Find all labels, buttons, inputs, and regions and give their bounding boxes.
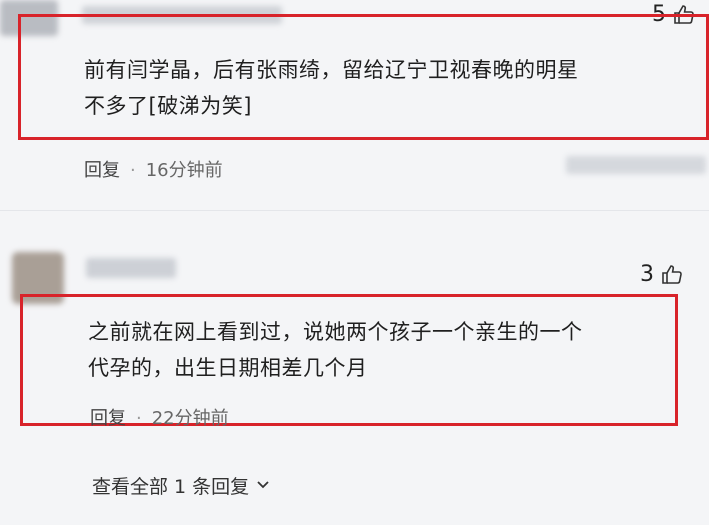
comment-1-line2: 不多了[破涕为笑] <box>84 94 252 118</box>
comment-2-text: 之前就在网上看到过，说她两个孩子一个亲生的一个 代孕的，出生日期相差几个月 <box>88 314 583 386</box>
reply-button-2[interactable]: 回复 <box>90 408 126 429</box>
comment-2-line1: 之前就在网上看到过，说她两个孩子一个亲生的一个 <box>88 320 583 344</box>
comment-1-meta: 回复 · 16分钟前 <box>84 156 223 182</box>
blurred-actions-1 <box>566 156 706 174</box>
thumbs-up-icon[interactable] <box>660 263 684 287</box>
comment-1-line1: 前有闫学晶，后有张雨绮，留给辽宁卫视春晚的明星 <box>84 58 579 82</box>
comment-1-time: 16分钟前 <box>145 160 223 181</box>
comment-1-text: 前有闫学晶，后有张雨绮，留给辽宁卫视春晚的明星 不多了[破涕为笑] <box>84 52 579 124</box>
comment-2-time: 22分钟前 <box>151 408 229 429</box>
like-count-2-number: 3 <box>640 262 654 287</box>
chevron-down-icon <box>255 475 271 497</box>
like-count-2[interactable]: 3 <box>640 262 684 287</box>
reply-button-1[interactable]: 回复 <box>84 160 120 181</box>
meta-dot-1: · <box>130 160 136 181</box>
comment-2-line2: 代孕的，出生日期相差几个月 <box>88 356 368 380</box>
view-replies-label: 查看全部 1 条回复 <box>92 476 250 498</box>
view-all-replies-button[interactable]: 查看全部 1 条回复 <box>92 472 271 499</box>
divider <box>0 210 709 211</box>
meta-dot-2: · <box>136 408 142 429</box>
comment-2-meta: 回复 · 22分钟前 <box>90 404 229 430</box>
username-2[interactable] <box>86 258 176 278</box>
